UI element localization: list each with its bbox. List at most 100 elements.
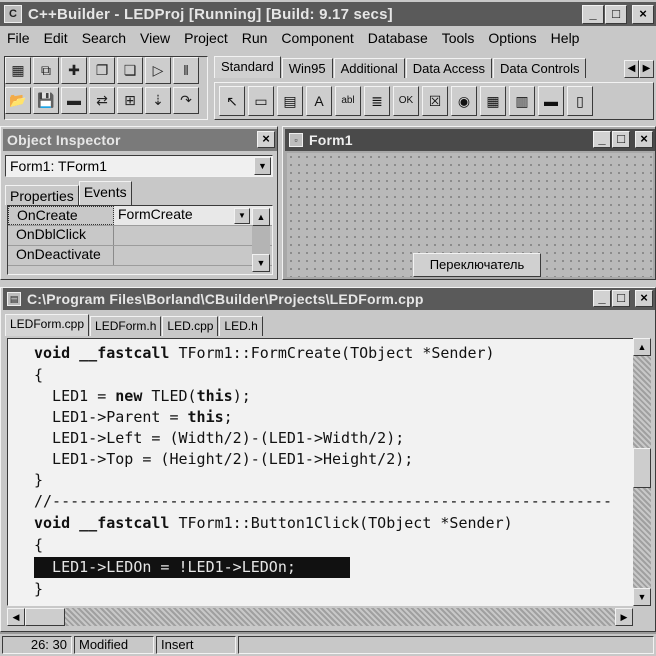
- scroll-up-icon[interactable]: ▲: [252, 208, 270, 226]
- scroll-up-icon[interactable]: ▲: [633, 338, 651, 356]
- tab-additional[interactable]: Additional: [333, 58, 405, 78]
- tab-ledform-cpp[interactable]: LEDForm.cpp: [5, 314, 90, 336]
- view-unit-icon[interactable]: ❐: [89, 57, 115, 84]
- mainmenu-icon[interactable]: ▭: [248, 86, 274, 116]
- menu-view[interactable]: View: [133, 30, 177, 46]
- view-form-icon[interactable]: ❏: [117, 57, 143, 84]
- event-row[interactable]: OnCreate FormCreate ▼: [8, 206, 272, 226]
- pause-icon[interactable]: ‖: [173, 57, 199, 84]
- scroll-thumb[interactable]: [25, 608, 65, 626]
- code-line[interactable]: LED1->Left = (Width/2)-(LED1->Width/2);: [34, 428, 404, 449]
- scroll-left-icon[interactable]: ◀: [624, 60, 639, 78]
- menu-edit[interactable]: Edit: [37, 30, 75, 46]
- tab-standard[interactable]: Standard: [214, 56, 281, 78]
- menu-search[interactable]: Search: [75, 30, 133, 46]
- tab-win95[interactable]: Win95: [281, 58, 333, 78]
- pointer-icon[interactable]: ↖: [219, 86, 245, 116]
- main-titlebar[interactable]: C C++Builder - LEDProj [Running] [Build:…: [0, 2, 656, 26]
- code-line[interactable]: LED1->Top = (Height/2)-(LED1->Height/2);: [34, 449, 413, 470]
- new-items-icon[interactable]: ▦: [5, 57, 31, 84]
- groupbox-icon[interactable]: ▯: [567, 86, 593, 116]
- save-all-icon[interactable]: ▬: [61, 87, 87, 114]
- tab-data-access[interactable]: Data Access: [405, 58, 492, 78]
- tab-led-h[interactable]: LED.h: [219, 316, 263, 336]
- open-icon[interactable]: 📂: [5, 87, 31, 114]
- object-selector[interactable]: Form1: TForm1 ▼: [5, 155, 273, 177]
- scroll-right-icon[interactable]: ▶: [615, 608, 633, 626]
- edit-icon[interactable]: abl: [335, 86, 361, 116]
- tab-events[interactable]: Events: [78, 181, 132, 205]
- new-form-icon[interactable]: ⊞: [117, 87, 143, 114]
- object-inspector-titlebar[interactable]: Object Inspector ×: [3, 129, 277, 151]
- close-button[interactable]: ×: [635, 131, 653, 148]
- scroll-track[interactable]: [252, 226, 270, 254]
- highlighted-code-line[interactable]: LED1->LEDOn = !LED1->LEDOn;: [34, 557, 350, 578]
- checkbox-icon[interactable]: ☒: [422, 86, 448, 116]
- minimize-button[interactable]: _: [582, 5, 604, 24]
- chevron-down-icon[interactable]: ▼: [234, 208, 250, 224]
- chevron-down-icon[interactable]: ▼: [254, 157, 271, 175]
- toggle-form-unit-icon[interactable]: ⇄: [89, 87, 115, 114]
- menu-help[interactable]: Help: [544, 30, 587, 46]
- code-line[interactable]: }: [34, 470, 43, 491]
- code-line[interactable]: //--------------------------------------…: [34, 491, 612, 512]
- editor-vertical-scrollbar[interactable]: ▲ ▼: [633, 338, 651, 606]
- button-icon[interactable]: OK: [393, 86, 419, 116]
- close-button[interactable]: ×: [635, 290, 653, 307]
- step-over-icon[interactable]: ↷: [173, 87, 199, 114]
- scroll-left-icon[interactable]: ◀: [7, 608, 25, 626]
- save-icon[interactable]: 💾: [33, 87, 59, 114]
- code-line[interactable]: void __fastcall TForm1::Button1Click(TOb…: [34, 513, 513, 534]
- trace-into-icon[interactable]: ⇣: [145, 87, 171, 114]
- add-file-icon[interactable]: ✚: [61, 57, 87, 84]
- code-line[interactable]: {: [34, 365, 43, 386]
- radiobutton-icon[interactable]: ◉: [451, 86, 477, 116]
- event-handler[interactable]: [114, 226, 272, 245]
- code-line[interactable]: LED1->Parent = this;: [34, 407, 233, 428]
- close-button[interactable]: ×: [632, 5, 654, 24]
- menu-tools[interactable]: Tools: [435, 30, 482, 46]
- menu-project[interactable]: Project: [177, 30, 235, 46]
- run-icon[interactable]: ▷: [145, 57, 171, 84]
- open-project-icon[interactable]: ⧉: [33, 57, 59, 84]
- form1-titlebar[interactable]: ▫ Form1 _ □ ×: [285, 129, 655, 151]
- editor-titlebar[interactable]: ▤ C:\Program Files\Borland\CBuilder\Proj…: [3, 288, 655, 310]
- close-button[interactable]: ×: [257, 131, 275, 148]
- code-line[interactable]: {: [34, 535, 43, 556]
- minimize-button[interactable]: _: [593, 131, 611, 148]
- menu-file[interactable]: File: [0, 30, 37, 46]
- tab-data-controls[interactable]: Data Controls: [493, 58, 587, 78]
- form1-design-surface[interactable]: Переключатель: [287, 153, 653, 277]
- popupmenu-icon[interactable]: ▤: [277, 86, 303, 116]
- tab-properties[interactable]: Properties: [5, 185, 79, 205]
- code-line[interactable]: LED1 = new TLED(this);: [34, 386, 251, 407]
- menu-component[interactable]: Component: [274, 30, 360, 46]
- event-row[interactable]: OnDblClick: [8, 226, 272, 246]
- tab-led-cpp[interactable]: LED.cpp: [162, 316, 219, 336]
- memo-icon[interactable]: ≣: [364, 86, 390, 116]
- maximize-button[interactable]: □: [605, 5, 627, 24]
- event-row[interactable]: OnDeactivate: [8, 246, 272, 266]
- app-icon[interactable]: C: [4, 5, 22, 23]
- code-line[interactable]: void __fastcall TForm1::FormCreate(TObje…: [34, 343, 495, 364]
- minimize-button[interactable]: _: [593, 290, 611, 307]
- scroll-down-icon[interactable]: ▼: [633, 588, 651, 606]
- tab-ledform-h[interactable]: LEDForm.h: [90, 316, 162, 336]
- menu-options[interactable]: Options: [481, 30, 543, 46]
- code-line[interactable]: }: [34, 579, 43, 600]
- scroll-thumb[interactable]: [633, 448, 651, 488]
- scroll-right-icon[interactable]: ▶: [639, 60, 654, 78]
- scrollbar-icon[interactable]: ▬: [538, 86, 564, 116]
- label-icon[interactable]: A: [306, 86, 332, 116]
- listbox-icon[interactable]: ▦: [480, 86, 506, 116]
- code-area[interactable]: void __fastcall TForm1::FormCreate(TObje…: [7, 338, 635, 606]
- editor-horizontal-scrollbar[interactable]: ◀ ▶: [7, 608, 633, 626]
- maximize-button[interactable]: □: [612, 131, 630, 148]
- events-scrollbar[interactable]: ▲ ▼: [252, 208, 270, 272]
- combobox-icon[interactable]: ▥: [509, 86, 535, 116]
- event-handler[interactable]: [114, 246, 272, 265]
- scroll-down-icon[interactable]: ▼: [252, 254, 270, 272]
- menu-database[interactable]: Database: [361, 30, 435, 46]
- maximize-button[interactable]: □: [612, 290, 630, 307]
- menu-run[interactable]: Run: [235, 30, 275, 46]
